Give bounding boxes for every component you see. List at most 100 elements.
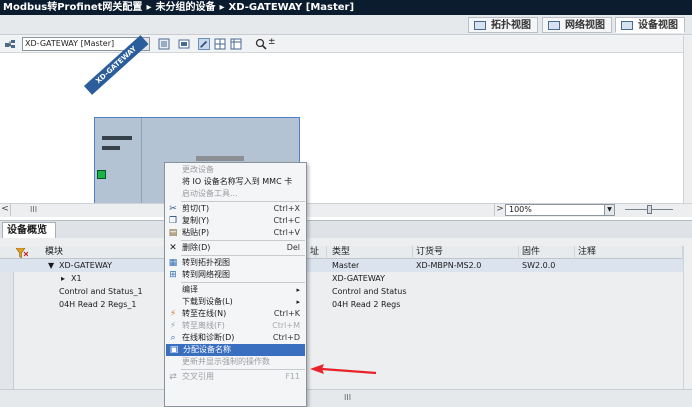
tab-topology-view[interactable]: 拓扑视图 <box>468 17 538 33</box>
column-header-address[interactable]: 址 <box>307 246 327 259</box>
table-row[interactable]: ▸ X1 XD-GATEWAY <box>0 272 683 285</box>
menu-item-shortcut: Ctrl+M <box>272 321 300 330</box>
zoom-select[interactable]: 100% ▼ <box>505 204 615 216</box>
grid-vertical-scrollbar[interactable] <box>683 246 692 391</box>
submenu-arrow-icon: ▸ <box>296 298 300 306</box>
menu-item-label: 粘贴(P) <box>182 228 210 237</box>
cell-order-number: XD-MBPN-MS2.0 <box>416 261 482 270</box>
tab-network-view[interactable]: 网络视图 <box>542 17 612 33</box>
menu-item-label: 更改设备 <box>182 165 214 174</box>
menu-item-delete[interactable]: ✕ 删除(D) Del <box>165 242 306 254</box>
menu-item-label: 转到拓扑视图 <box>182 258 230 267</box>
menu-item-label: 删除(D) <box>182 243 211 252</box>
menu-item-go-offline[interactable]: ⚡ 转至离线(F) Ctrl+M <box>165 320 306 332</box>
menu-item-item-19[interactable]: 更新并显示强制的操作数 <box>165 356 306 368</box>
diagnostics-icon: ⌕ <box>170 333 176 343</box>
expander-icon[interactable]: ▼ <box>45 259 54 272</box>
go-offline-icon: ⚡ <box>169 321 177 331</box>
cell-type: 04H Read 2 Regs <box>332 300 401 309</box>
menu-item-item-14[interactable]: 下载到设备(L) ▸ <box>165 296 306 308</box>
context-menu: 更改设备将 IO 设备名称写入到 MMC 卡启动设备工具... ✂ 剪切(T) Ctr… <box>164 162 307 407</box>
zoom-icon[interactable] <box>255 38 267 50</box>
cell-module: XD-GATEWAY <box>59 261 113 270</box>
zoom-slider-thumb[interactable] <box>647 205 652 214</box>
menu-item-item-1[interactable]: 将 IO 设备名称写入到 MMC 卡 <box>165 176 306 188</box>
menu-item-item-13[interactable]: 编译 ▸ <box>165 284 306 296</box>
menu-separator <box>181 369 305 370</box>
scroll-left-button[interactable]: < <box>0 203 11 216</box>
column-header-type[interactable]: 类型 <box>329 246 413 259</box>
menu-item-label: 交叉引用 <box>182 372 214 381</box>
module-list-icon[interactable] <box>178 38 190 50</box>
cell-type: XD-GATEWAY <box>332 274 386 283</box>
column-header-firmware[interactable]: 固件 <box>519 246 575 259</box>
menu-item-network[interactable]: ⊞ 转到网络视图 <box>165 269 306 281</box>
overview-bottom-scrollbar[interactable]: III <box>0 389 692 407</box>
menu-item-shortcut: Del <box>286 243 300 252</box>
menu-item-shortcut: Ctrl+K <box>273 309 300 318</box>
canvas-vertical-scrollbar[interactable] <box>683 36 692 206</box>
column-header-comment[interactable]: 注释 <box>575 246 683 259</box>
menu-item-shortcut: Ctrl+V <box>273 228 300 237</box>
device-module-bar <box>102 136 132 140</box>
topology-icon: ▦ <box>168 258 178 268</box>
filter-icon[interactable] <box>16 248 28 258</box>
properties-icon[interactable] <box>158 38 170 50</box>
device-module-bar <box>102 146 120 150</box>
breadcrumb-group[interactable]: 未分组的设备 <box>155 2 215 13</box>
menu-separator <box>181 240 305 241</box>
menu-item-label: 在线和诊断(D) <box>182 333 235 342</box>
table-icon[interactable] <box>230 38 242 50</box>
breadcrumb-project[interactable]: Modbus转Profinet网关配置 <box>3 2 142 13</box>
cell-module: X1 <box>71 274 82 283</box>
view-tabs-bar: 拓扑视图 网络视图 设备视图 <box>0 15 692 35</box>
chevron-down-icon[interactable]: ▼ <box>604 205 614 215</box>
tab-device-overview[interactable]: 设备概览 <box>2 222 56 238</box>
breadcrumb-separator: ▸ <box>219 2 225 13</box>
menu-item-label: 转到网络视图 <box>182 270 230 279</box>
menu-item-go-online[interactable]: ⚡ 转至在线(N) Ctrl+K <box>165 308 306 320</box>
menu-item-item-2[interactable]: 启动设备工具... <box>165 188 306 200</box>
device-slot-module <box>196 156 244 161</box>
red-arrow-annotation <box>310 364 377 375</box>
menu-item-diagnostics[interactable]: ⌕ 在线和诊断(D) Ctrl+D <box>165 332 306 344</box>
submenu-arrow-icon: ▸ <box>296 286 300 294</box>
column-header-order-number[interactable]: 订货号 <box>413 246 519 259</box>
menu-item-topology[interactable]: ▦ 转到拓扑视图 <box>165 257 306 269</box>
menu-item-copy[interactable]: ❐ 复制(Y) Ctrl+C <box>165 215 306 227</box>
horizontal-scroll-thumb[interactable]: III <box>344 393 351 402</box>
device-view-icon <box>621 21 633 30</box>
title-bar: Modbus转Profinet网关配置 ▸ 未分组的设备 ▸ XD-GATEWAY [M… <box>0 0 692 15</box>
menu-item-label: 转至离线(F) <box>182 321 225 330</box>
overview-tab-bar <box>0 220 692 238</box>
horizontal-scroll-thumb[interactable]: III <box>30 206 54 214</box>
menu-item-paste[interactable]: ▤ 粘贴(P) Ctrl+V <box>165 227 306 239</box>
breadcrumb-separator: ▸ <box>146 2 152 13</box>
menu-item-cut[interactable]: ✂ 剪切(T) Ctrl+X <box>165 203 306 215</box>
port-status-icon[interactable] <box>97 170 106 179</box>
cell-firmware: SW2.0.0 <box>522 261 556 270</box>
tab-label: 设备视图 <box>638 20 678 31</box>
menu-item-label: 下载到设备(L) <box>182 297 233 306</box>
scroll-right-button[interactable]: > <box>494 203 505 216</box>
draw-icon[interactable] <box>198 38 210 50</box>
expander-icon[interactable]: ▸ <box>58 272 65 285</box>
table-row[interactable]: ▼ XD-GATEWAY Master XD-MBPN-MS2.0 SW2.0.… <box>0 259 683 272</box>
menu-item-shortcut: Ctrl+D <box>272 333 300 342</box>
table-row[interactable]: 04H Read 2 Regs_1 04H Read 2 Regs <box>0 298 683 311</box>
breadcrumb-device[interactable]: XD-GATEWAY [Master] <box>229 2 355 13</box>
menu-item-item-0[interactable]: 更改设备 <box>165 164 306 176</box>
copy-icon: ❐ <box>168 216 178 226</box>
grid-icon[interactable] <box>214 38 226 50</box>
menu-item-assign-name[interactable]: ▣ 分配设备名称 <box>166 344 305 356</box>
menu-item-label: 剪切(T) <box>182 204 210 213</box>
device-select-value: XD-GATEWAY [Master] <box>25 39 115 48</box>
device-tree-icon[interactable] <box>4 38 16 50</box>
tab-label: 拓扑视图 <box>491 20 531 31</box>
menu-item-shortcut: Ctrl+X <box>273 204 300 213</box>
tab-device-view[interactable]: 设备视图 <box>615 17 685 33</box>
table-row[interactable]: Control and Status_1 Control and Status <box>0 285 683 298</box>
network-view-icon <box>548 21 560 30</box>
zoom-toggle[interactable]: ± <box>268 37 276 47</box>
menu-item-cross-reference[interactable]: ⇄ 交叉引用 F11 <box>165 371 306 383</box>
